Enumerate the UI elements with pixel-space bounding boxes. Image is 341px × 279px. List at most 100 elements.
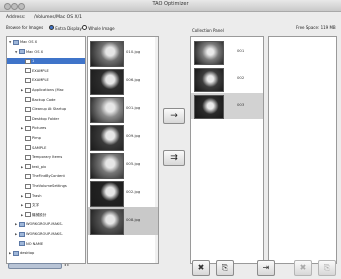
collection-panel-label: Collection Panel: [192, 28, 224, 33]
collection-panel[interactable]: 001 002 003: [190, 36, 264, 264]
scroll-arrows-icon[interactable]: ◂ ▸: [64, 262, 69, 267]
tree-item[interactable]: ▶ 機械設計: [7, 212, 46, 218]
collection-image: [194, 41, 224, 65]
tree-item-label: WORKGROUP-MAKS-: [26, 222, 63, 227]
tree-item[interactable]: ▶ desktop: [7, 250, 34, 256]
tree-item[interactable]: EXAMPLE: [7, 77, 49, 83]
thumbnail-filename: 009.jpg: [126, 133, 141, 138]
drive-icon: [13, 39, 19, 45]
horizontal-scrollbar[interactable]: [8, 263, 62, 269]
thumbnail-filename: 006.jpg: [126, 77, 141, 82]
tree-item[interactable]: ▶ WORKGROUP-MAKS-: [7, 231, 63, 237]
tree-item[interactable]: EXAMPLE: [7, 68, 49, 74]
thumbnail-image: [90, 153, 124, 179]
tree-item[interactable]: ▶ 文字: [7, 202, 39, 208]
tree-item-label: TheVolumeSettings: [32, 184, 67, 188]
browse-label: Browse for Images: [6, 25, 44, 30]
title-bar: TAO Optimizer: [0, 0, 341, 12]
thumbnail-filename: 010.jpg: [126, 49, 141, 54]
tree-item[interactable]: ▼ Mac OS X: [7, 49, 43, 55]
thumbnail-list[interactable]: 010.jpg 006.jpg 001.jpg 009.jpg 005.jpg 002.j…: [87, 36, 159, 264]
thumbnail-item[interactable]: 009.jpg: [88, 123, 158, 151]
thumbnail-filename: 005.jpg: [126, 161, 141, 166]
duplicate-button[interactable]: ⎘: [318, 260, 336, 276]
folder-icon: [25, 68, 31, 74]
export-button[interactable]: ⇥: [257, 260, 275, 276]
drive-icon: [19, 241, 25, 247]
tree-item[interactable]: ▶ Trash: [7, 193, 42, 199]
preview-panel: [268, 36, 337, 264]
tree-item-label: 機械設計: [32, 212, 47, 217]
thumbnail-filename: 002.jpg: [126, 189, 141, 194]
address-label: Address:: [6, 15, 26, 20]
collection-item-name: 002: [237, 75, 245, 80]
folder-icon: [25, 135, 31, 141]
tree-item[interactable]: NO NAME: [7, 241, 43, 247]
clear-button[interactable]: ✖: [294, 260, 312, 276]
folder-icon: [25, 212, 31, 218]
folder-icon: [25, 58, 31, 64]
tree-item[interactable]: Temporary Items: [7, 154, 62, 160]
tree-item-label: test_pix: [32, 164, 47, 169]
window-title: TAO Optimizer: [152, 1, 189, 7]
tree-item[interactable]: 1: [7, 58, 85, 65]
remove-from-collection-button[interactable]: ✖: [192, 260, 210, 276]
tree-item[interactable]: ▶ Pictures: [7, 125, 46, 131]
tree-item-label: Mac OS X: [26, 49, 44, 54]
tree-item[interactable]: TheFindByContent: [7, 173, 65, 179]
tree-item[interactable]: Desktop Folder: [7, 116, 59, 122]
tree-item[interactable]: ▶ WORKGROUP-MAKS-: [7, 221, 63, 227]
add-all-to-collection-button[interactable]: ⇉: [163, 150, 185, 166]
tree-item[interactable]: ▶ Applications (Mac: [7, 87, 64, 93]
collection-item-name: 001: [237, 48, 245, 53]
tree-item-label: Backup Code: [32, 97, 56, 102]
folder-icon: [25, 164, 31, 170]
thumbnail-item[interactable]: 010.jpg: [88, 39, 158, 67]
folder-icon: [25, 97, 31, 103]
tree-item[interactable]: Pimp: [7, 135, 41, 141]
collection-item[interactable]: 003: [191, 93, 263, 119]
thumbnail-item[interactable]: 008.jpg: [88, 207, 158, 235]
add-to-collection-button[interactable]: →: [163, 108, 185, 124]
address-field[interactable]: /Volumes/Mac OS X/1: [34, 15, 82, 20]
drive-icon: [19, 221, 25, 227]
folder-icon: [25, 145, 31, 151]
tree-item-label: TheFindByContent: [32, 174, 65, 179]
thumbnail-image: [90, 125, 124, 151]
tree-item-label: Applications (Mac: [32, 88, 64, 92]
drive-icon: [19, 231, 25, 237]
tree-item-label: SAMPLE: [32, 145, 47, 150]
folder-tree[interactable]: ▼ Mac OS X ▼ Mac OS X 1 EXAMPLE EXAMPLE ▶ Applic…: [6, 36, 86, 264]
app-window: TAO Optimizer Address: /Volumes/Mac OS X…: [0, 0, 341, 279]
thumbnail-filename: 008.jpg: [126, 217, 141, 222]
tree-item-label: NO NAME: [26, 241, 44, 246]
thumbnail-item[interactable]: 005.jpg: [88, 151, 158, 179]
folder-icon: [25, 87, 31, 93]
radio-whole-image-label: Whole Image: [88, 26, 115, 31]
radio-extra-display[interactable]: Extra Display: [49, 25, 82, 31]
copy-collection-button[interactable]: ⎘: [216, 260, 234, 276]
tree-item[interactable]: SAMPLE: [7, 145, 46, 151]
tree-item[interactable]: TheVolumeSettings: [7, 183, 67, 189]
collection-item-name: 003: [237, 102, 245, 107]
thumbnail-item[interactable]: 001.jpg: [88, 95, 158, 123]
radio-whole-image[interactable]: Whole Image: [82, 25, 115, 31]
folder-icon: [25, 173, 31, 179]
radio-extra-display-label: Extra Display: [55, 26, 82, 31]
tree-item-label: 1: [32, 59, 35, 64]
tree-item[interactable]: Cleanup At Startup: [7, 106, 66, 112]
folder-icon: [25, 202, 31, 208]
thumbnail-image: [90, 209, 124, 235]
tree-item[interactable]: ▼ Mac OS X: [7, 39, 37, 45]
thumbnail-filename: 001.jpg: [126, 105, 141, 110]
thumbnail-item[interactable]: 006.jpg: [88, 67, 158, 95]
thumbnail-item[interactable]: 002.jpg: [88, 179, 158, 207]
collection-item[interactable]: 001: [191, 39, 263, 65]
tree-item-label: 文字: [32, 203, 40, 208]
tree-item[interactable]: Backup Code: [7, 97, 56, 103]
collection-item[interactable]: 002: [191, 66, 263, 92]
tree-item-label: EXAMPLE: [32, 68, 49, 73]
tree-item-label: WORKGROUP-MAKS-: [26, 232, 63, 236]
thumbnail-image: [90, 181, 124, 207]
tree-item[interactable]: ▶ test_pix: [7, 164, 46, 170]
